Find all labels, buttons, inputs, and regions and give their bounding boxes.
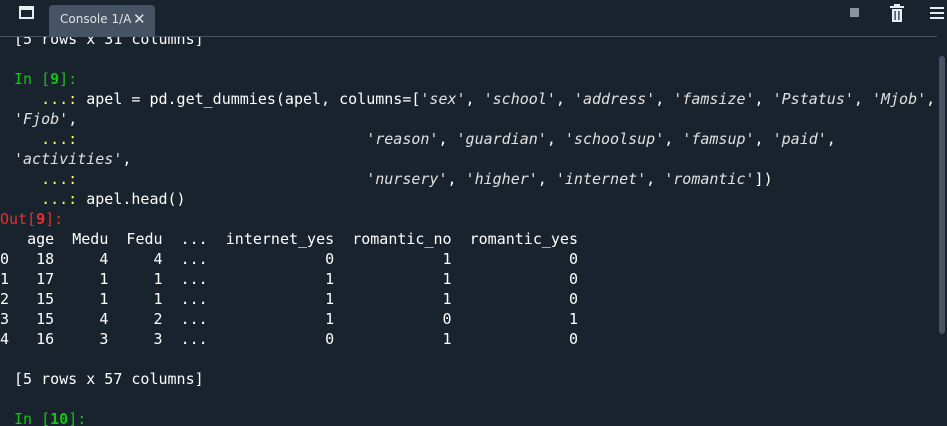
input-prompt-9: In [9]: <box>14 70 78 88</box>
table-row: 4 16 3 3 ... 0 1 0 <box>0 330 578 348</box>
tab-console[interactable]: Console 1/A ✕ <box>49 5 155 36</box>
vertical-scrollbar[interactable] <box>937 36 947 425</box>
input-prompt-10[interactable]: In [10]: <box>14 409 86 426</box>
table-row: 2 15 1 1 ... 1 1 0 <box>0 290 578 308</box>
stop-button[interactable] <box>850 8 859 17</box>
table-row: 1 17 1 1 ... 1 1 0 <box>0 270 578 288</box>
hamburger-menu-icon[interactable] <box>930 7 944 19</box>
code-line-1: ...: apel = pd.get_dummies(apel, columns… <box>41 90 936 108</box>
tab-label: Console 1/A <box>60 12 132 26</box>
scroll-thumb[interactable] <box>939 56 945 334</box>
code-line-4: ...: apel.head() <box>41 190 186 208</box>
code-line-2-wrap: 'activities', <box>14 150 132 168</box>
close-icon[interactable]: ✕ <box>133 10 146 28</box>
code-line-2: ...: 'reason', 'guardian', 'schoolsup', … <box>41 130 836 148</box>
console-output[interactable]: [5 rows x 31 columns] In [9]: ...: apel … <box>0 36 937 426</box>
table-header: age Medu Fedu ... internet_yes romantic_… <box>0 230 578 248</box>
tab-bar: Console 1/A ✕ <box>0 0 947 36</box>
previous-output-fragment: [5 rows x 31 columns] <box>14 36 204 48</box>
table-row: 0 18 4 4 ... 0 1 0 <box>0 250 578 268</box>
code-line-3: ...: 'nursery', 'higher', 'internet', 'r… <box>41 170 773 188</box>
trash-icon[interactable] <box>889 4 905 22</box>
code-line-1-wrap: 'Fjob', <box>14 110 78 128</box>
table-summary: [5 rows x 57 columns] <box>14 370 204 388</box>
pane-icon[interactable] <box>19 6 34 19</box>
table-row: 3 15 4 2 ... 1 0 1 <box>0 310 578 328</box>
output-prompt-9: Out[9]: <box>0 210 64 228</box>
